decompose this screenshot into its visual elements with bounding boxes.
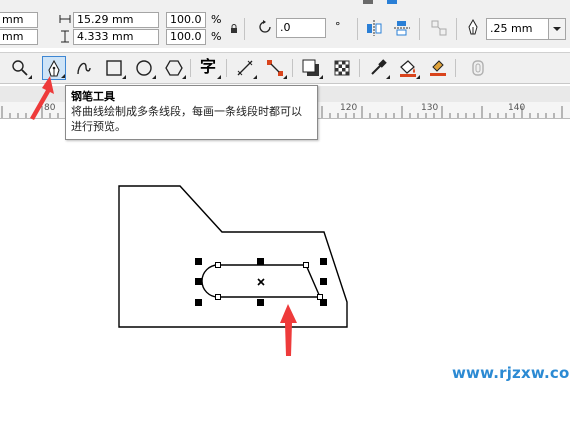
scale-y-field[interactable]: 100.0 bbox=[166, 29, 206, 45]
scale-y-percent: % bbox=[211, 30, 222, 43]
outline-width-value: .25 mm bbox=[490, 22, 533, 35]
ruler-label: 140 bbox=[508, 103, 526, 113]
width-field[interactable]: 15.29 mm bbox=[73, 12, 159, 28]
selection-handle[interactable] bbox=[257, 299, 264, 306]
selection-handle[interactable] bbox=[257, 258, 264, 265]
rotate-icon bbox=[259, 20, 271, 33]
selection-handle[interactable] bbox=[195, 278, 202, 285]
rotation-field[interactable]: .0 bbox=[276, 18, 326, 38]
separator bbox=[359, 59, 360, 77]
top-toolbar-fragment-icon bbox=[363, 0, 397, 4]
rectangle-tool[interactable] bbox=[102, 56, 126, 80]
paint-bucket-icon bbox=[400, 60, 416, 77]
drop-shadow-tool[interactable] bbox=[299, 56, 323, 80]
outline-width-dropdown[interactable]: .25 mm bbox=[486, 18, 566, 40]
flyout-triangle-icon bbox=[122, 75, 126, 79]
width-arrows-icon bbox=[59, 15, 71, 23]
flyout-triangle-icon bbox=[182, 75, 186, 79]
mirror-horizontal-icon[interactable] bbox=[365, 19, 383, 37]
separator bbox=[292, 59, 293, 77]
text-tool[interactable]: 字 bbox=[197, 56, 221, 80]
flyout-triangle-icon bbox=[217, 75, 221, 79]
watermark: www.rjzxw.com bbox=[452, 364, 570, 382]
selection-handle[interactable] bbox=[320, 278, 327, 285]
chevron-down-icon[interactable] bbox=[548, 19, 565, 39]
extra-tool[interactable] bbox=[466, 56, 490, 80]
node-point[interactable] bbox=[215, 262, 221, 268]
node-point[interactable] bbox=[303, 262, 309, 268]
flyout-triangle-icon bbox=[61, 74, 65, 78]
node-point[interactable] bbox=[317, 294, 323, 300]
separator bbox=[419, 18, 420, 40]
selection-handle[interactable] bbox=[320, 299, 327, 306]
separator bbox=[190, 59, 191, 77]
flyout-triangle-icon bbox=[283, 75, 287, 79]
flyout-triangle-icon bbox=[416, 75, 420, 79]
smart-fill-tool[interactable] bbox=[426, 56, 450, 80]
degree-sign: ° bbox=[335, 20, 341, 33]
rectangle-icon bbox=[106, 60, 122, 76]
ruler-label: 130 bbox=[421, 103, 439, 113]
text-tool-icon: 字 bbox=[200, 57, 217, 76]
dimension-tool[interactable] bbox=[233, 56, 257, 80]
connector-tool[interactable] bbox=[263, 56, 287, 80]
lock-ratio-icon[interactable] bbox=[230, 24, 238, 33]
drop-shadow-icon bbox=[302, 59, 319, 76]
separator bbox=[226, 59, 227, 77]
eyedropper-tool[interactable] bbox=[366, 56, 390, 80]
ellipse-icon bbox=[136, 60, 152, 76]
ruler-label: 120 bbox=[340, 103, 358, 113]
hexagon-icon bbox=[165, 60, 183, 76]
freehand-curve-icon bbox=[77, 62, 91, 75]
separator bbox=[244, 18, 245, 40]
polygon-tool[interactable] bbox=[162, 56, 186, 80]
scale-x-field[interactable]: 100.0 bbox=[166, 12, 206, 28]
position-y-field[interactable]: mm bbox=[0, 29, 38, 45]
height-arrows-icon bbox=[61, 30, 69, 43]
flyout-triangle-icon bbox=[386, 75, 390, 79]
separator bbox=[455, 59, 456, 77]
eyedropper-icon bbox=[371, 59, 387, 75]
selection-handle[interactable] bbox=[195, 299, 202, 306]
position-x-unit: mm bbox=[2, 13, 24, 26]
height-field[interactable]: 4.333 mm bbox=[73, 29, 159, 45]
smart-drawing-tool[interactable] bbox=[72, 56, 96, 80]
checkerboard-icon bbox=[334, 60, 350, 76]
scale-x-percent: % bbox=[211, 13, 222, 26]
position-x-field[interactable]: mm bbox=[0, 12, 38, 28]
flyout-triangle-icon bbox=[319, 75, 323, 79]
outline-pen-icon bbox=[468, 19, 478, 35]
ellipse-tool[interactable] bbox=[132, 56, 156, 80]
separator bbox=[456, 18, 457, 40]
parallel-dimension-icon bbox=[237, 60, 253, 76]
mirror-vertical-icon[interactable] bbox=[393, 19, 411, 37]
disabled-tool-icon bbox=[472, 60, 484, 76]
outer-shape[interactable] bbox=[118, 185, 348, 328]
tooltip: 钢笔工具 将曲线绘制成多条线段，每画一条线段时都可以进行预览。 bbox=[65, 85, 318, 140]
separator bbox=[357, 18, 358, 40]
connector-icon bbox=[267, 60, 283, 76]
selection-handle[interactable] bbox=[320, 258, 327, 265]
tooltip-title: 钢笔工具 bbox=[71, 90, 115, 103]
annotation-arrow-pen bbox=[30, 76, 54, 120]
node-point[interactable] bbox=[215, 294, 221, 300]
flyout-triangle-icon bbox=[152, 75, 156, 79]
flyout-triangle-icon bbox=[253, 75, 257, 79]
transparency-tool[interactable] bbox=[330, 56, 354, 80]
tooltip-description: 将曲线绘制成多条线段，每画一条线段时都可以进行预览。 bbox=[71, 105, 302, 133]
position-y-unit: mm bbox=[2, 30, 24, 43]
convert-to-curves-icon[interactable] bbox=[430, 19, 448, 37]
interactive-fill-tool[interactable] bbox=[396, 56, 420, 80]
toolbox: 字 bbox=[0, 52, 570, 84]
selection-handle[interactable] bbox=[195, 258, 202, 265]
property-bar: mm mm 15.29 mm 4.333 mm 100.0 100.0 % % … bbox=[0, 0, 570, 48]
smart-fill-icon bbox=[430, 60, 446, 76]
